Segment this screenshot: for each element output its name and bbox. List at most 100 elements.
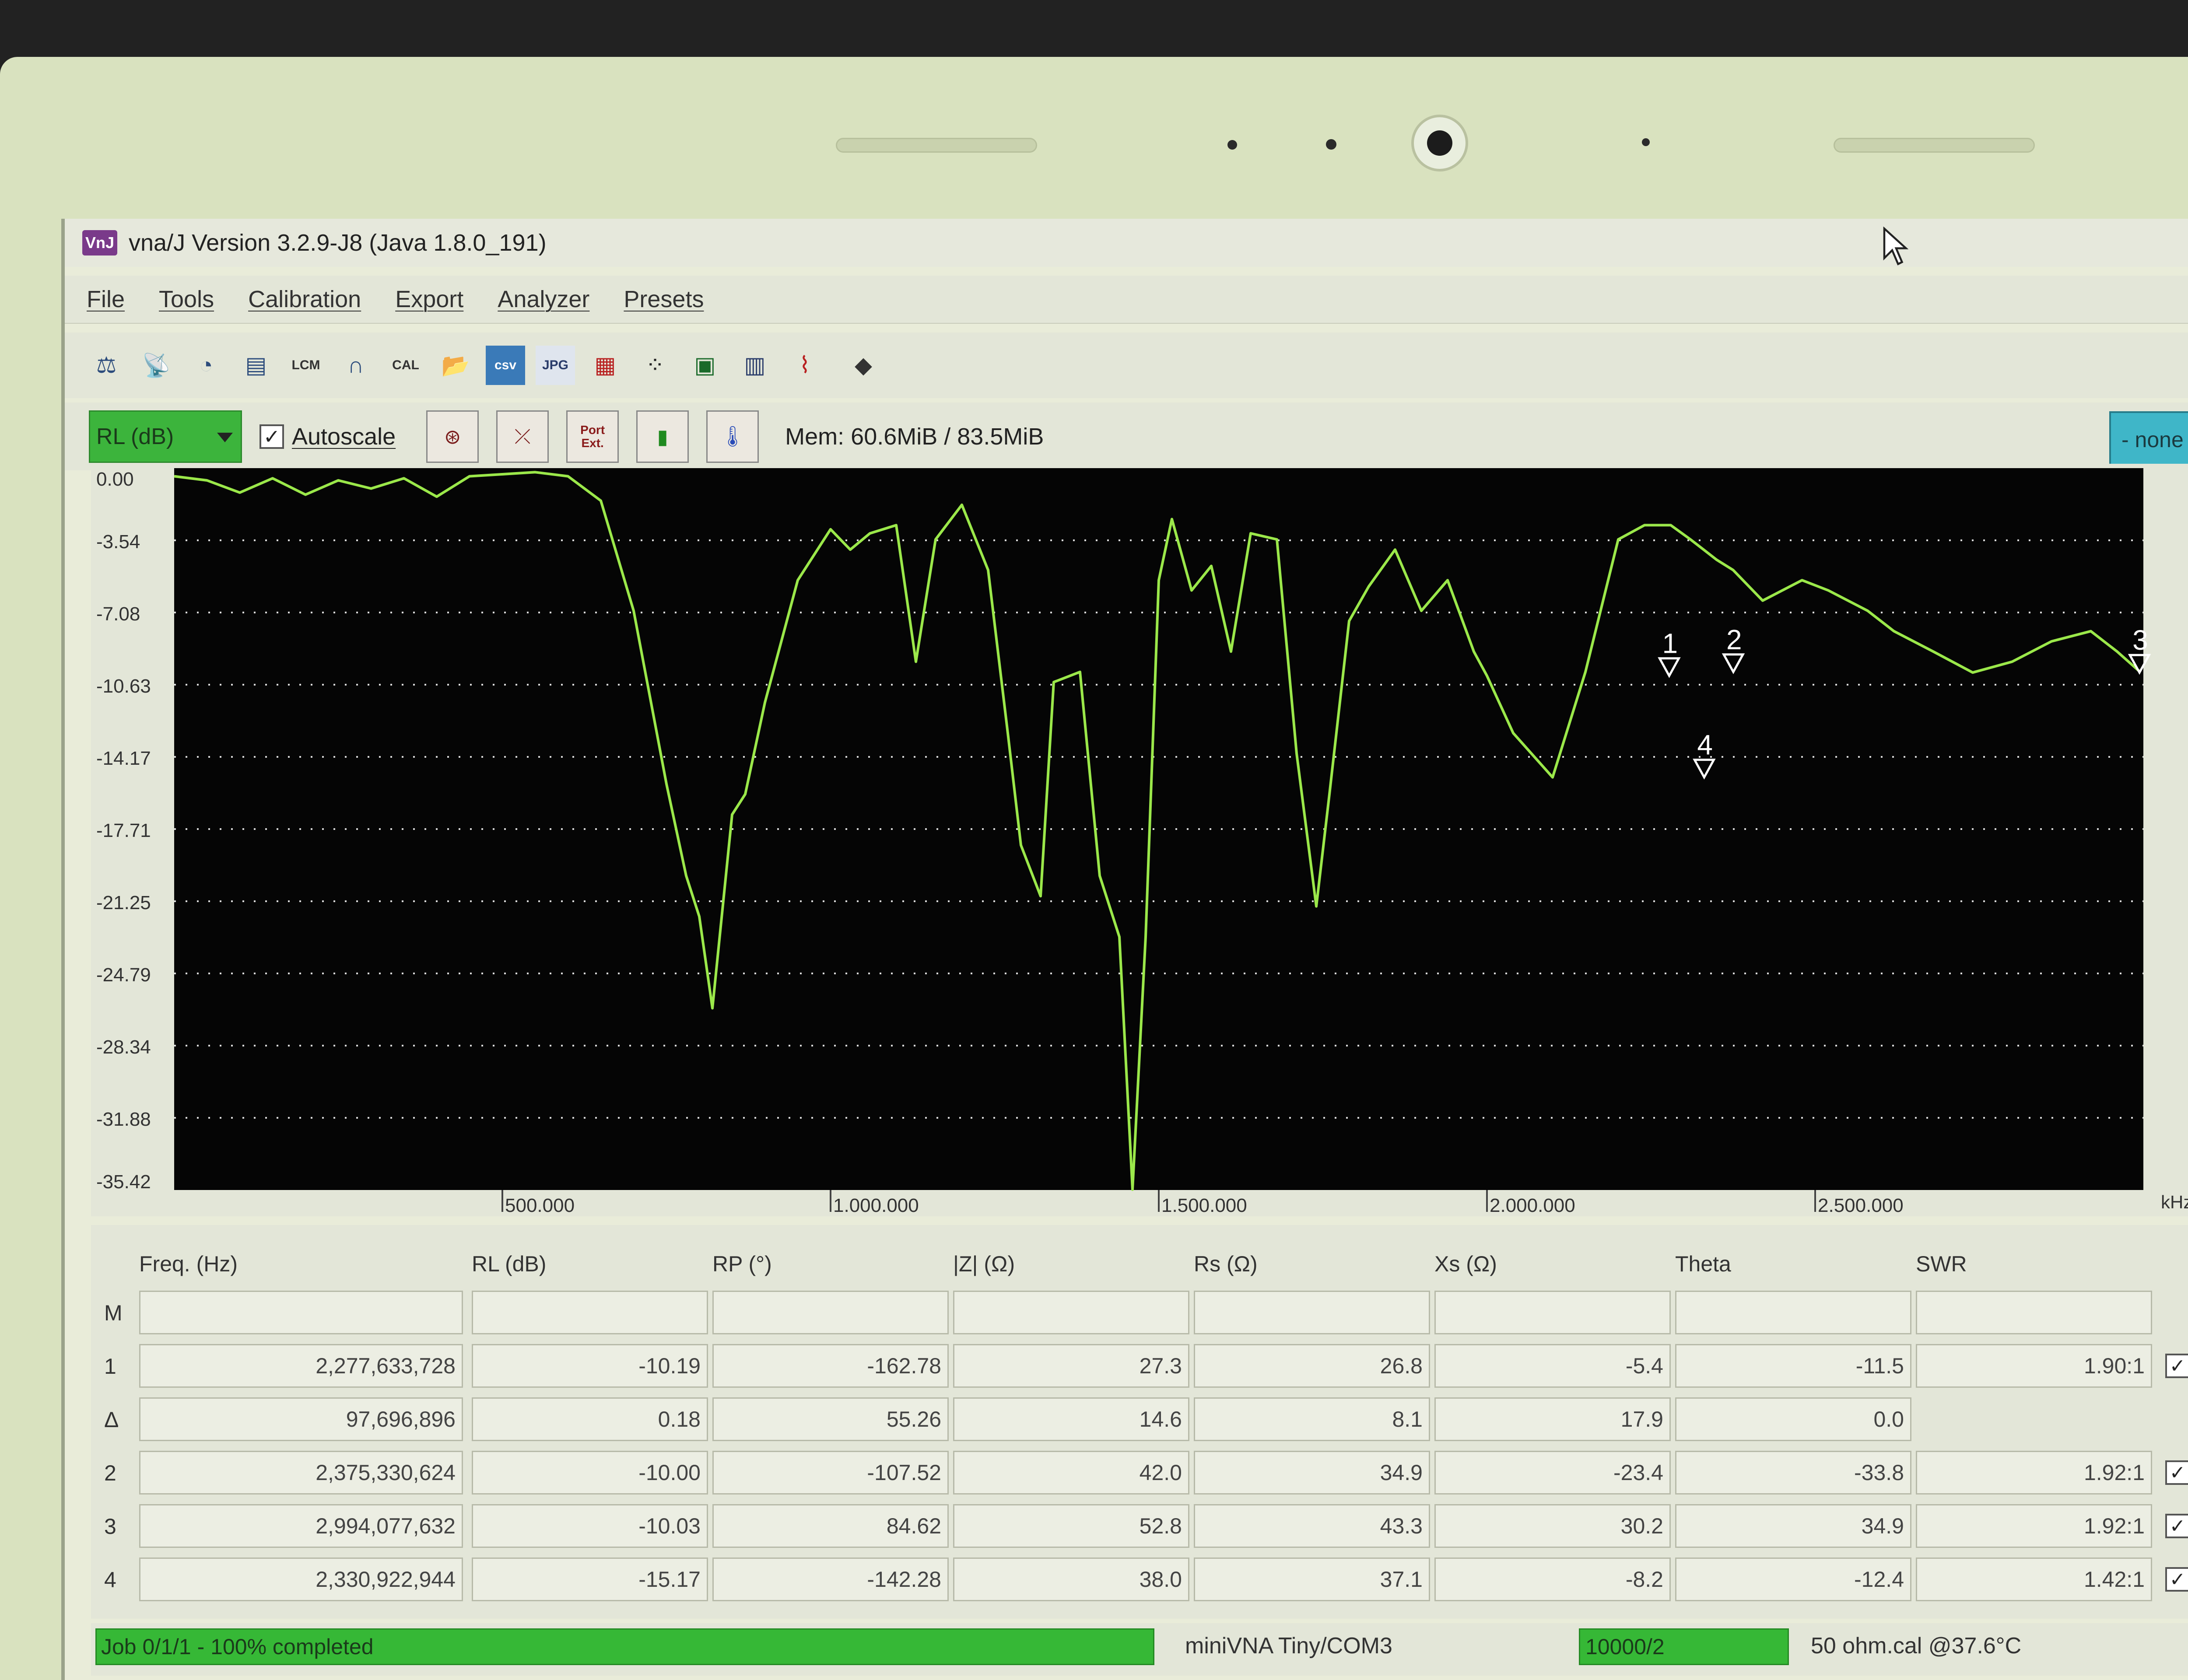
menu-tools[interactable]: Tools <box>159 286 214 313</box>
table-cell[interactable]: 52.8 <box>953 1504 1189 1548</box>
marker-label: 1 <box>1662 628 1678 659</box>
row-label: 1 <box>104 1354 116 1379</box>
eraser-icon[interactable]: ◆ <box>844 346 883 385</box>
row-label: 3 <box>104 1514 116 1539</box>
table-cell[interactable]: -23.4 <box>1434 1451 1671 1494</box>
table-cell[interactable]: 8.1 <box>1194 1397 1430 1441</box>
job-status-text: Job 0/1/1 - 100% completed <box>101 1634 374 1659</box>
menu-export[interactable]: Export <box>395 286 463 313</box>
scale-select[interactable]: RL (dB) <box>89 410 242 463</box>
jpg-export-icon[interactable]: JPG <box>536 346 575 385</box>
excel-export-icon[interactable]: ▣ <box>685 346 725 385</box>
reference-button[interactable]: ⤫ <box>496 410 549 463</box>
table-cell[interactable]: 55.26 <box>712 1397 949 1441</box>
reference-trace-select[interactable]: - none - <box>2109 411 2188 468</box>
table-cell[interactable]: 37.1 <box>1194 1558 1430 1601</box>
menu-bar: File Tools Calibration Export Analyzer P… <box>65 276 2188 324</box>
table-cell[interactable]: 43.3 <box>1194 1504 1430 1548</box>
return-loss-chart[interactable]: 0.00 -3.54 -7.08 -10.63 -14.17 -17.71 -21.25 -2… <box>91 464 2188 1216</box>
column-header: Rs (Ω) <box>1194 1252 1258 1276</box>
table-cell[interactable]: -5.4 <box>1434 1344 1671 1388</box>
menu-file[interactable]: File <box>87 286 125 313</box>
table-cell[interactable]: -10.00 <box>472 1451 708 1494</box>
table-cell[interactable]: 2,375,330,624 <box>139 1451 463 1494</box>
marker-visible-checkbox[interactable]: ✓ <box>2165 1567 2188 1592</box>
table-cell[interactable] <box>1194 1291 1430 1334</box>
y-tick-label: -31.88 <box>96 1109 151 1130</box>
clock-icon[interactable]: ◔ <box>186 346 226 385</box>
table-cell[interactable]: 0.18 <box>472 1397 708 1441</box>
cal-icon[interactable]: CAL <box>386 346 425 385</box>
y-tick-label: -21.25 <box>96 892 151 914</box>
smith-chart-button[interactable]: ⊛ <box>426 410 479 463</box>
table-cell[interactable]: 26.8 <box>1194 1344 1430 1388</box>
table-cell[interactable]: -162.78 <box>712 1344 949 1388</box>
battery-icon[interactable]: ▮ <box>636 410 689 463</box>
table-cell[interactable]: -107.52 <box>712 1451 949 1494</box>
table-cell[interactable]: 34.9 <box>1194 1451 1430 1494</box>
table-cell[interactable]: 14.6 <box>953 1397 1189 1441</box>
table-cell[interactable]: -12.4 <box>1675 1558 1911 1601</box>
table-cell[interactable]: 2,330,922,944 <box>139 1558 463 1601</box>
table-cell[interactable] <box>1434 1291 1671 1334</box>
table-cell[interactable]: 2,994,077,632 <box>139 1504 463 1548</box>
table-cell[interactable]: 2,277,633,728 <box>139 1344 463 1388</box>
table-cell[interactable]: 17.9 <box>1434 1397 1671 1441</box>
table-cell[interactable] <box>139 1291 463 1334</box>
table-cell[interactable]: 84.62 <box>712 1504 949 1548</box>
table-cell[interactable]: 27.3 <box>953 1344 1189 1388</box>
menu-presets[interactable]: Presets <box>624 286 704 313</box>
table-cell[interactable]: 0.0 <box>1675 1397 1911 1441</box>
autoscale-checkbox[interactable]: ✓ <box>259 424 284 449</box>
toolbar: ⚖ 📡 ◔ ▤ LCM ∩ CAL 📂 csv JPG ▦ ⁘ ▣ ▥ ⌇ ◆ <box>65 332 2188 398</box>
calibrate-icon[interactable]: ⚖ <box>87 346 126 385</box>
table-cell[interactable]: -8.2 <box>1434 1558 1671 1601</box>
table-cell[interactable]: 42.0 <box>953 1451 1189 1494</box>
magnet-icon[interactable]: ∩ <box>336 346 375 385</box>
port-extension-button[interactable]: Port Ext. <box>566 410 619 463</box>
table-cell[interactable]: 38.0 <box>953 1558 1189 1601</box>
xml-export-icon[interactable]: ▥ <box>735 346 775 385</box>
table-cell[interactable]: -10.03 <box>472 1504 708 1548</box>
table-cell[interactable]: 30.2 <box>1434 1504 1671 1548</box>
table-cell[interactable]: 1.90:1 <box>1916 1344 2152 1388</box>
scatter-export-icon[interactable]: ⁘ <box>635 346 675 385</box>
antenna-icon[interactable]: 📡 <box>137 346 176 385</box>
chart-area[interactable]: 0.00 -3.54 -7.08 -10.63 -14.17 -17.71 -21.25 -2… <box>91 464 2188 1216</box>
disk-icon[interactable]: ▤ <box>236 346 276 385</box>
table-cell[interactable]: 1.42:1 <box>1916 1558 2152 1601</box>
table-cell[interactable] <box>472 1291 708 1334</box>
table-cell[interactable]: -11.5 <box>1675 1344 1911 1388</box>
lcm-icon[interactable]: LCM <box>286 346 326 385</box>
csv-export-icon[interactable]: csv <box>486 346 525 385</box>
table-cell[interactable]: 1.92:1 <box>1916 1451 2152 1494</box>
menu-analyzer[interactable]: Analyzer <box>498 286 589 313</box>
table-cell[interactable] <box>1916 1291 2152 1334</box>
marker-visible-checkbox[interactable]: ✓ <box>2165 1460 2188 1485</box>
table-cell[interactable]: 1.92:1 <box>1916 1504 2152 1548</box>
marker-visible-checkbox[interactable]: ✓ <box>2165 1354 2188 1378</box>
autoscale-label: Autoscale <box>292 423 396 450</box>
column-header: Freq. (Hz) <box>139 1252 238 1276</box>
table-cell[interactable]: 97,696,896 <box>139 1397 463 1441</box>
menu-calibration[interactable]: Calibration <box>248 286 361 313</box>
smith-export-icon[interactable]: ⌇ <box>785 346 824 385</box>
thermometer-icon[interactable]: 🌡 <box>706 410 759 463</box>
table-cell[interactable]: -33.8 <box>1675 1451 1911 1494</box>
device-label: miniVNA Tiny/COM3 <box>1185 1633 1392 1659</box>
table-cell[interactable]: -15.17 <box>472 1558 708 1601</box>
y-tick-label: -14.17 <box>96 748 151 769</box>
table-cell[interactable]: 34.9 <box>1675 1504 1911 1548</box>
marker-visible-checkbox[interactable]: ✓ <box>2165 1514 2188 1538</box>
table-cell[interactable]: -10.19 <box>472 1344 708 1388</box>
table-cell[interactable]: -142.28 <box>712 1558 949 1601</box>
x-tick-label: 1.500.000 <box>1161 1195 1247 1216</box>
table-cell[interactable] <box>712 1291 949 1334</box>
sensor-dot <box>1326 139 1336 150</box>
pdf-export-icon[interactable]: ▦ <box>586 346 625 385</box>
column-header: |Z| (Ω) <box>953 1252 1015 1276</box>
open-folder-icon[interactable]: 📂 <box>436 346 475 385</box>
scale-select-value: RL (dB) <box>96 424 174 449</box>
table-cell[interactable] <box>953 1291 1189 1334</box>
table-cell[interactable] <box>1675 1291 1911 1334</box>
